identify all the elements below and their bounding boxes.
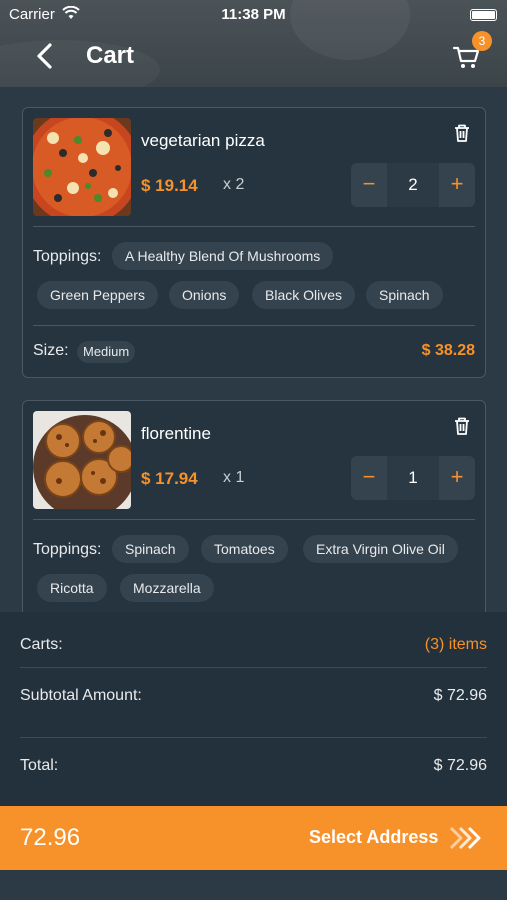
divider <box>20 667 487 668</box>
item-name: vegetarian pizza <box>141 131 265 150</box>
topping-chip: Black Olives <box>252 281 356 309</box>
topping-chip: Onions <box>169 281 240 309</box>
status-bar: Carrier 11:38 PM <box>0 4 507 26</box>
carts-value: (3) items <box>424 636 487 653</box>
decrease-button[interactable]: − <box>351 163 387 207</box>
topping-chip: Tomatoes <box>201 535 288 563</box>
status-time: 11:38 PM <box>221 6 286 23</box>
item-quantity-label: x 2 <box>223 176 245 193</box>
topping-chip: Mozzarella <box>120 574 214 602</box>
size-chip: Medium <box>77 341 136 363</box>
item-quantity-label: x 1 <box>223 469 245 486</box>
subtotal-label: Subtotal Amount: <box>20 687 142 704</box>
topping-chip: Ricotta <box>37 574 107 602</box>
trash-icon[interactable] <box>453 123 471 143</box>
home-indicator-area <box>0 870 507 900</box>
footer-amount: 72.96 <box>20 824 81 851</box>
divider <box>20 737 487 738</box>
item-price: $ 17.94 <box>141 469 198 488</box>
page-title: Cart <box>86 42 135 69</box>
divider <box>33 226 475 227</box>
divider <box>33 519 475 520</box>
divider <box>33 325 475 326</box>
carts-label: Carts: <box>20 636 63 653</box>
quantity-value: 2 <box>387 163 439 207</box>
size-label: Size: <box>33 342 69 359</box>
total-value: $ 72.96 <box>433 757 487 774</box>
quantity-stepper: − 1 + <box>351 456 475 500</box>
select-address-button[interactable]: 72.96 Select Address <box>0 806 507 870</box>
decrease-button[interactable]: − <box>351 456 387 500</box>
topping-chip: Extra Virgin Olive Oil <box>303 535 458 563</box>
quantity-value: 1 <box>387 456 439 500</box>
header: Carrier 11:38 PM Cart 3 <box>0 0 507 87</box>
florentine-image <box>33 411 131 509</box>
total-label: Total: <box>20 757 59 774</box>
order-summary: Carts: (3) items Subtotal Amount: $ 72.9… <box>0 612 507 806</box>
topping-chip: Green Peppers <box>37 281 158 309</box>
toppings-label: Toppings: <box>33 541 102 558</box>
double-chevron-right-icon <box>449 826 481 850</box>
cart-count-badge: 3 <box>472 31 492 51</box>
item-name: florentine <box>141 424 211 443</box>
item-price: $ 19.14 <box>141 176 198 195</box>
toppings-label: Toppings: <box>33 248 102 265</box>
back-chevron-icon[interactable] <box>33 42 55 70</box>
battery-icon <box>470 9 497 21</box>
topping-chip: Spinach <box>112 535 189 563</box>
increase-button[interactable]: + <box>439 456 475 500</box>
quantity-stepper: − 2 + <box>351 163 475 207</box>
increase-button[interactable]: + <box>439 163 475 207</box>
trash-icon[interactable] <box>453 416 471 436</box>
cart-item-card: vegetarian pizza $ 19.14 x 2 − 2 + Toppi… <box>22 107 486 378</box>
select-address-label: Select Address <box>309 827 439 847</box>
pizza-image <box>33 118 131 216</box>
topping-chip: A Healthy Blend Of Mushrooms <box>112 242 334 270</box>
subtotal-value: $ 72.96 <box>433 687 487 704</box>
line-total: $ 38.28 <box>421 342 475 359</box>
topping-chip: Spinach <box>366 281 443 309</box>
